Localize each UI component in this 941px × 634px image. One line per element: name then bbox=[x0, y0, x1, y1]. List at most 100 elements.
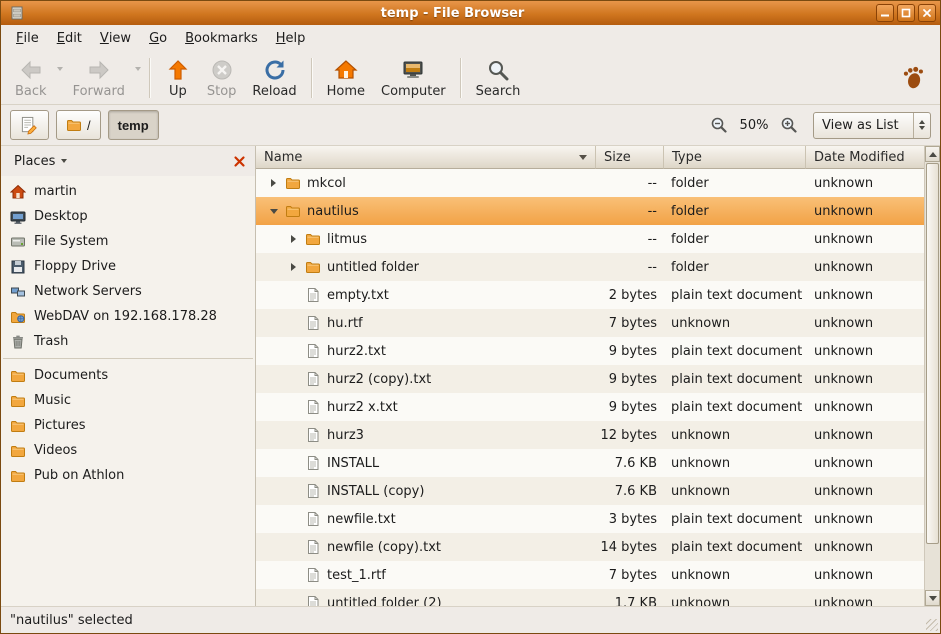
toolbar-back-button[interactable]: Back bbox=[7, 54, 55, 101]
maximize-button[interactable] bbox=[897, 4, 915, 22]
menu-go[interactable]: Go bbox=[140, 25, 176, 51]
table-row[interactable]: hurz312 bytesunknownunknown bbox=[256, 421, 924, 449]
toolbar-button-label: Up bbox=[169, 84, 187, 99]
table-row[interactable]: hurz2.txt9 bytesplain text documentunkno… bbox=[256, 337, 924, 365]
menu-view[interactable]: View bbox=[91, 25, 140, 51]
view-mode-select[interactable]: View as List bbox=[813, 112, 931, 139]
column-header-modified[interactable]: Date Modified bbox=[806, 146, 924, 169]
sidebar-item-file-system[interactable]: File System bbox=[1, 229, 255, 254]
table-row[interactable]: hurz2 x.txt9 bytesplain text documentunk… bbox=[256, 393, 924, 421]
folder-icon bbox=[10, 443, 26, 459]
sidebar-item-floppy-drive[interactable]: Floppy Drive bbox=[1, 254, 255, 279]
sidebar-item-pictures[interactable]: Pictures bbox=[1, 413, 255, 438]
sidebar-item-videos[interactable]: Videos bbox=[1, 438, 255, 463]
sidebar-item-martin[interactable]: martin bbox=[1, 179, 255, 204]
table-row[interactable]: newfile.txt3 bytesplain text documentunk… bbox=[256, 505, 924, 533]
toolbar-reload-button[interactable]: Reload bbox=[244, 54, 304, 101]
table-row[interactable]: untitled folder (2)1.7 KBunknownunknown bbox=[256, 589, 924, 606]
dropdown-arrow-icon[interactable] bbox=[55, 54, 65, 84]
column-header-name[interactable]: Name bbox=[256, 146, 596, 169]
table-row[interactable]: hu.rtf7 bytesunknownunknown bbox=[256, 309, 924, 337]
file-type: folder bbox=[664, 232, 806, 247]
table-row[interactable]: newfile (copy).txt14 bytesplain text doc… bbox=[256, 533, 924, 561]
toolbar-stop-button[interactable]: Stop bbox=[199, 54, 245, 101]
sidebar-item-documents[interactable]: Documents bbox=[1, 363, 255, 388]
sidebar-item-pub-on-athlon[interactable]: Pub on Athlon bbox=[1, 463, 255, 488]
table-body: mkcol--folderunknownnautilus--folderunkn… bbox=[256, 169, 924, 606]
places-selector[interactable]: Places bbox=[8, 151, 73, 172]
path-button-current[interactable]: temp bbox=[108, 110, 159, 140]
titlebar[interactable]: temp - File Browser bbox=[1, 1, 940, 25]
path-button-root[interactable]: / bbox=[56, 110, 101, 140]
toolbar-button-label: Forward bbox=[73, 84, 125, 99]
sidebar-item-music[interactable]: Music bbox=[1, 388, 255, 413]
table-row[interactable]: untitled folder--folderunknown bbox=[256, 253, 924, 281]
expander-collapsed-icon[interactable] bbox=[268, 179, 279, 187]
zoom-out-icon[interactable] bbox=[708, 114, 730, 136]
file-name-cell: newfile.txt bbox=[256, 511, 596, 527]
menu-file[interactable]: File bbox=[7, 25, 48, 51]
vertical-scrollbar[interactable] bbox=[924, 146, 940, 606]
file-type: unknown bbox=[664, 484, 806, 499]
file-name: hu.rtf bbox=[327, 316, 363, 331]
expander-collapsed-icon[interactable] bbox=[288, 235, 299, 243]
menu-edit[interactable]: Edit bbox=[48, 25, 91, 51]
folder-icon bbox=[305, 231, 321, 247]
file-name: test_1.rtf bbox=[327, 568, 386, 583]
sidebar-item-desktop[interactable]: Desktop bbox=[1, 204, 255, 229]
table-row[interactable]: INSTALL7.6 KBunknownunknown bbox=[256, 449, 924, 477]
file-modified: unknown bbox=[806, 288, 924, 303]
toolbar-forward-button[interactable]: Forward bbox=[65, 54, 133, 101]
table-row[interactable]: test_1.rtf7 bytesunknownunknown bbox=[256, 561, 924, 589]
file-modified: unknown bbox=[806, 456, 924, 471]
file-size: 1.7 KB bbox=[596, 596, 664, 607]
scroll-up-icon[interactable] bbox=[925, 146, 940, 162]
menu-bookmarks[interactable]: Bookmarks bbox=[176, 25, 267, 51]
sidebar-item-trash[interactable]: Trash bbox=[1, 329, 255, 354]
toolbar-up-button[interactable]: Up bbox=[157, 54, 199, 101]
table-row[interactable]: mkcol--folderunknown bbox=[256, 169, 924, 197]
filesystem-icon bbox=[10, 234, 26, 250]
column-header-type[interactable]: Type bbox=[664, 146, 806, 169]
sidebar-item-label: Documents bbox=[34, 368, 108, 383]
folder-icon bbox=[10, 368, 26, 384]
dropdown-arrow-icon[interactable] bbox=[133, 54, 143, 84]
text-file-icon bbox=[305, 455, 321, 471]
toolbar-search-button[interactable]: Search bbox=[468, 54, 529, 101]
toolbar-button-label: Back bbox=[15, 84, 47, 99]
text-file-icon bbox=[305, 567, 321, 583]
scroll-down-icon[interactable] bbox=[925, 590, 940, 606]
table-row[interactable]: litmus--folderunknown bbox=[256, 225, 924, 253]
minimize-button[interactable] bbox=[876, 4, 894, 22]
folder-icon bbox=[285, 175, 301, 191]
text-file-icon bbox=[305, 399, 321, 415]
sidebar-item-network-servers[interactable]: Network Servers bbox=[1, 279, 255, 304]
expander-collapsed-icon[interactable] bbox=[288, 263, 299, 271]
table-row[interactable]: nautilus--folderunknown bbox=[256, 197, 924, 225]
places-title: Places bbox=[14, 154, 55, 169]
column-header-size[interactable]: Size bbox=[596, 146, 664, 169]
edit-location-icon bbox=[20, 116, 39, 135]
file-size: -- bbox=[596, 204, 664, 219]
zoom-in-icon[interactable] bbox=[778, 114, 800, 136]
toolbar-computer-button[interactable]: Computer bbox=[373, 54, 454, 101]
close-button[interactable] bbox=[918, 4, 936, 22]
path-current-label: temp bbox=[118, 118, 149, 133]
table-row[interactable]: hurz2 (copy).txt9 bytesplain text docume… bbox=[256, 365, 924, 393]
menu-help[interactable]: Help bbox=[267, 25, 315, 51]
toggle-location-entry-button[interactable] bbox=[10, 110, 49, 140]
file-modified: unknown bbox=[806, 540, 924, 555]
file-size: 3 bytes bbox=[596, 512, 664, 527]
table-row[interactable]: INSTALL (copy)7.6 KBunknownunknown bbox=[256, 477, 924, 505]
scrollbar-track[interactable] bbox=[925, 162, 940, 590]
sidebar-item-webdav-on-192-168-178-28[interactable]: WebDAV on 192.168.178.28 bbox=[1, 304, 255, 329]
sidebar-close-icon[interactable] bbox=[231, 153, 248, 170]
expander-expanded-icon[interactable] bbox=[268, 209, 279, 214]
folder-icon bbox=[66, 117, 82, 133]
folder-icon bbox=[305, 259, 321, 275]
resize-grip[interactable] bbox=[926, 619, 938, 631]
table-row[interactable]: empty.txt2 bytesplain text documentunkno… bbox=[256, 281, 924, 309]
scrollbar-thumb[interactable] bbox=[926, 163, 939, 544]
places-list: martinDesktopFile SystemFloppy DriveNetw… bbox=[1, 176, 255, 606]
toolbar-home-button[interactable]: Home bbox=[319, 54, 373, 101]
